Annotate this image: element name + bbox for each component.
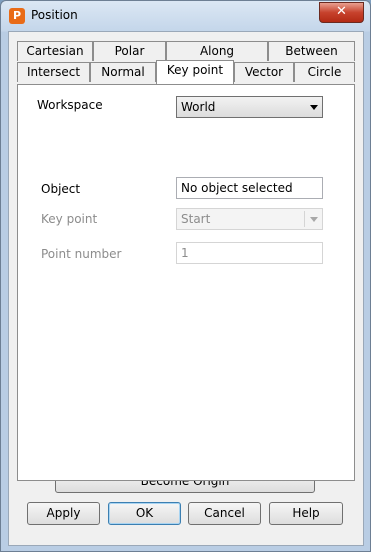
position-dialog: P Position ✕ Cartesian Polar Along Betwe… [0, 0, 371, 552]
workspace-label: Workspace [37, 98, 103, 112]
point-number-label: Point number [41, 247, 122, 261]
key-point-value: Start [181, 212, 211, 226]
tab-cartesian[interactable]: Cartesian [17, 41, 93, 61]
title-bar[interactable]: P Position ✕ [1, 1, 370, 31]
dropdown-separator [304, 211, 305, 227]
tab-between[interactable]: Between [268, 41, 355, 61]
cancel-button[interactable]: Cancel [188, 502, 261, 525]
chevron-down-icon [310, 105, 318, 110]
tab-normal[interactable]: Normal [90, 62, 156, 82]
close-icon: ✕ [336, 4, 347, 19]
ok-button[interactable]: OK [108, 502, 181, 525]
tab-vector[interactable]: Vector [234, 62, 294, 82]
object-label: Object [41, 182, 81, 196]
close-button[interactable]: ✕ [319, 2, 364, 23]
tab-key-point[interactable]: Key point [156, 60, 234, 84]
object-field[interactable]: No object selected [176, 177, 323, 199]
app-icon: P [9, 8, 25, 24]
dialog-body: Cartesian Polar Along Between Intersect … [8, 31, 364, 546]
tab-intersect[interactable]: Intersect [17, 62, 90, 82]
tab-along[interactable]: Along [166, 41, 268, 61]
key-point-select[interactable]: Start [176, 208, 323, 230]
key-point-panel: Workspace World Object No object selecte… [17, 84, 355, 481]
help-button[interactable]: Help [269, 502, 343, 525]
tab-polar[interactable]: Polar [93, 41, 166, 61]
apply-button[interactable]: Apply [27, 502, 100, 525]
tab-circle[interactable]: Circle [294, 62, 355, 82]
workspace-select[interactable]: World [176, 96, 323, 118]
key-point-label: Key point [41, 212, 98, 226]
window-title: Position [31, 8, 78, 22]
chevron-down-icon [310, 217, 318, 222]
point-number-field[interactable]: 1 [176, 242, 323, 264]
workspace-value: World [181, 100, 216, 114]
